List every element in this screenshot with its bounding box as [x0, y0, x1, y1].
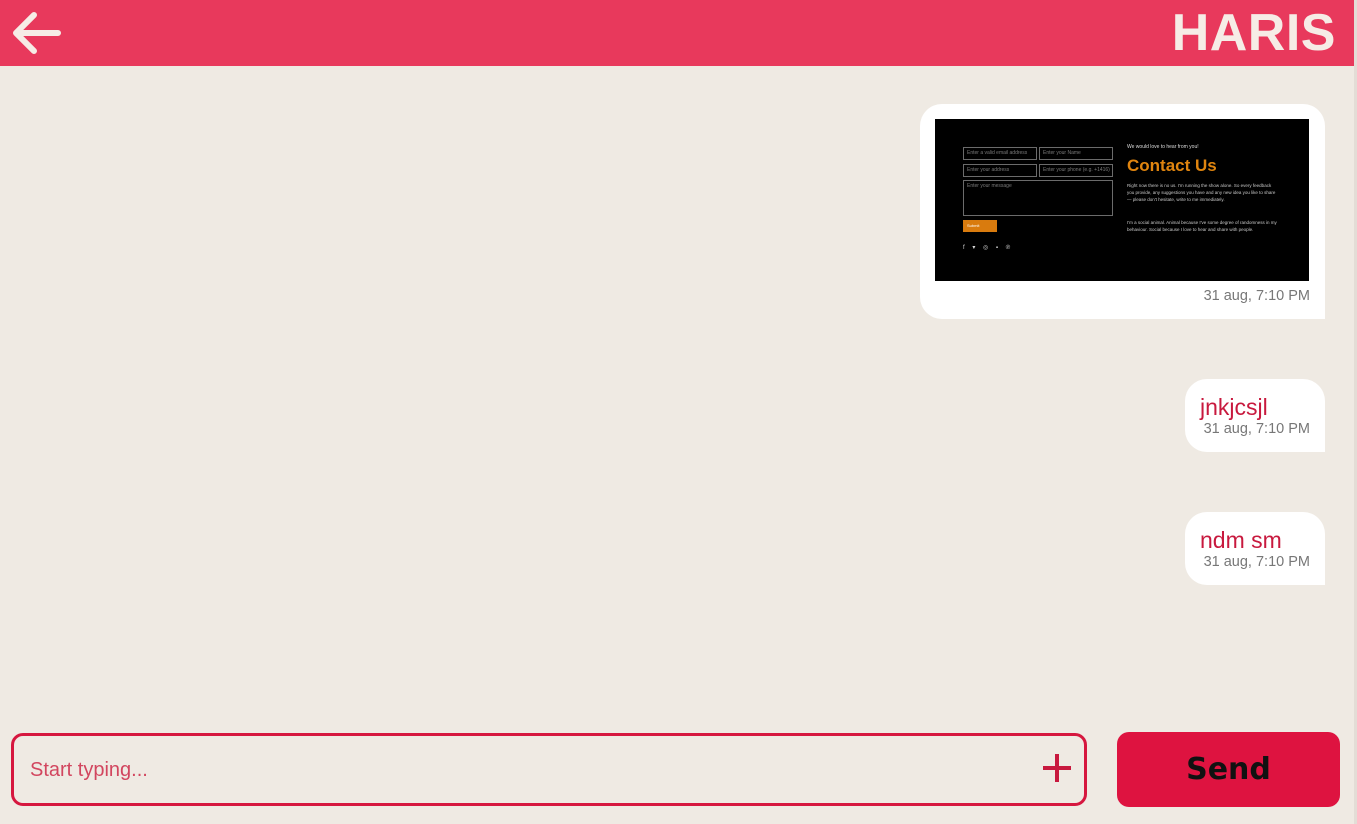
message-composer — [11, 733, 1087, 806]
image-phone-field: Enter your phone (e.g. +1416) — [1039, 164, 1113, 177]
image-paragraph-1: Right now there is no us. I'm running th… — [1127, 183, 1276, 202]
image-email-field: Enter a valid email address — [963, 147, 1037, 160]
message-timestamp: 31 aug, 7:10 PM — [1203, 288, 1310, 304]
back-button[interactable] — [8, 10, 62, 56]
image-message-field: Enter your message — [963, 180, 1113, 216]
image-submit-button: Submit — [963, 220, 997, 232]
arrow-left-icon — [13, 12, 61, 54]
contact-name-title: HARIS — [1171, 4, 1336, 62]
shared-image[interactable]: Enter a valid email address Enter your N… — [935, 119, 1309, 281]
image-social-icons: f ▾ ◎ ▪ ℗ — [963, 245, 1014, 251]
message-bubble-text: ndm sm 31 aug, 7:10 PM — [1185, 512, 1325, 585]
plus-icon — [1043, 754, 1071, 782]
message-input[interactable] — [30, 756, 1030, 784]
image-paragraph-2: I'm a social animal. Animal because I've… — [1127, 220, 1277, 232]
message-timestamp: 31 aug, 7:10 PM — [1203, 421, 1310, 437]
chat-header: HARIS — [0, 0, 1354, 66]
message-text: ndm sm — [1200, 527, 1282, 553]
message-bubble-image: Enter a valid email address Enter your N… — [920, 104, 1325, 319]
image-contact-title: Contact Us — [1127, 156, 1217, 175]
image-kicker: We would love to hear from you! — [1127, 144, 1199, 150]
message-bubble-text: jnkjcsjl 31 aug, 7:10 PM — [1185, 379, 1325, 452]
attach-button[interactable] — [1040, 751, 1074, 785]
send-button[interactable]: Send — [1117, 732, 1340, 807]
message-text: jnkjcsjl — [1200, 394, 1268, 420]
message-timestamp: 31 aug, 7:10 PM — [1203, 554, 1310, 570]
image-address-field: Enter your address — [963, 164, 1037, 177]
image-name-field: Enter your Name — [1039, 147, 1113, 160]
